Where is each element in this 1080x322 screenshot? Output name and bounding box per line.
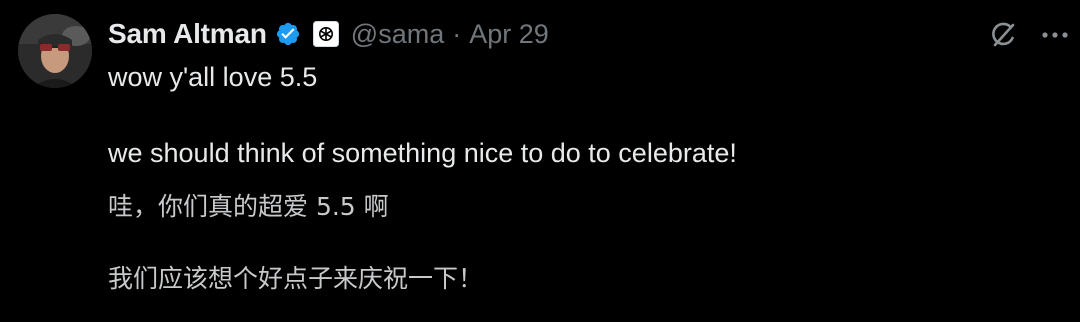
- translation-line-2: 我们应该想个好点子来庆祝一下！: [108, 264, 484, 293]
- avatar[interactable]: [18, 14, 92, 88]
- tweet-date[interactable]: Apr 29: [469, 19, 549, 50]
- separator: ·: [452, 18, 462, 49]
- verified-badge-icon[interactable]: [275, 21, 301, 47]
- display-name[interactable]: Sam Altman: [108, 18, 267, 50]
- tweet-card: Sam Altman @sama · Apr 29 wow y'all love…: [0, 0, 1080, 322]
- avatar-image: [18, 14, 92, 88]
- grok-icon[interactable]: [986, 18, 1020, 52]
- more-options-icon[interactable]: [1038, 20, 1072, 50]
- tweet-header: Sam Altman @sama · Apr 29: [108, 16, 549, 52]
- openai-logo-icon[interactable]: [312, 21, 339, 47]
- translation-line-1: 哇，你们真的超爱 5.5 啊: [108, 192, 389, 221]
- tweet-text-line-2: we should think of something nice to do …: [108, 138, 737, 168]
- tweet-text-line-1: wow y'all love 5.5: [108, 62, 318, 92]
- handle[interactable]: @sama: [351, 19, 444, 50]
